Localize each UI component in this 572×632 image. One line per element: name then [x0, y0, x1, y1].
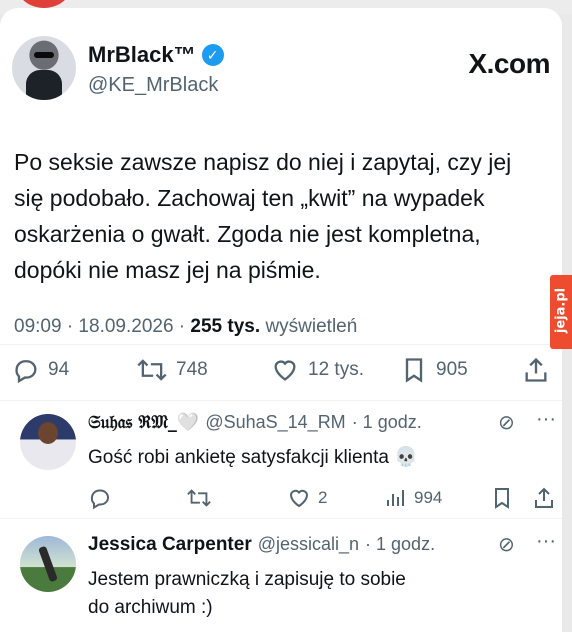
- tweet-text: Po seksie zawsze napisz do niej i zapyta…: [14, 144, 544, 288]
- retweet-icon: [187, 489, 211, 507]
- reply-header: Jessica Carpenter @jessicali_n · 1 godz.: [88, 534, 435, 556]
- author-display-name[interactable]: MrBlack™: [88, 42, 196, 68]
- divider: [0, 400, 562, 401]
- author-name-line: MrBlack™ ✓: [88, 42, 224, 68]
- reply-text-line: Jestem prawniczką i zapisuję to sobie: [88, 569, 406, 590]
- share-icon: [525, 357, 547, 382]
- x-com-logo: X.com: [468, 48, 550, 79]
- share-button[interactable]: [522, 356, 550, 384]
- reply-text: Gość robi ankietę satysfakcji klienta 💀: [88, 447, 418, 468]
- tweet-text-line: Po seksie zawsze napisz do niej i zapyta…: [14, 149, 512, 175]
- bookmark-icon: [405, 358, 423, 383]
- reply-text-line: do archiwum :): [88, 597, 213, 618]
- retweet-count: 748: [176, 359, 208, 380]
- views-button[interactable]: 994: [384, 486, 442, 510]
- retweet-icon: [137, 359, 167, 381]
- view-count: 994: [414, 488, 443, 507]
- reply-author-name[interactable]: Jessica Carpenter: [88, 534, 252, 556]
- slashed-circle-icon[interactable]: ⊘: [498, 532, 515, 557]
- reply-button[interactable]: 94: [12, 356, 69, 384]
- like-count: 2: [318, 488, 328, 507]
- reply-author-handle[interactable]: @SuhaS_14_RM: [205, 412, 345, 433]
- like-count: 12 tys.: [308, 359, 364, 380]
- verified-badge-icon: ✓: [201, 44, 224, 66]
- more-dots-icon[interactable]: ···: [536, 530, 556, 553]
- tweet-text-line: dopóki nie masz jej na piśmie.: [14, 257, 321, 283]
- view-label: wyświetleń: [265, 316, 358, 337]
- share-icon: [535, 487, 553, 508]
- tweet-card: MrBlack™ ✓ @KE_MrBlack X.com Po seksie z…: [0, 8, 562, 632]
- tweet-actions: 94 748 12 tys. 905: [0, 356, 562, 396]
- author-avatar[interactable]: [12, 36, 76, 100]
- bookmark-button[interactable]: [490, 486, 514, 510]
- reply-button[interactable]: [88, 486, 112, 510]
- author-handle[interactable]: @KE_MrBlack: [88, 74, 218, 97]
- view-count: 255 tys.: [190, 316, 261, 337]
- slashed-circle-icon[interactable]: ⊘: [498, 410, 515, 435]
- heart-icon: [274, 360, 296, 381]
- reply-time[interactable]: · 1 godz.: [352, 412, 422, 433]
- reply-author-name[interactable]: 𝔖𝔲𝔥𝔞𝔰 ℜ𝔐_🤍: [88, 412, 199, 433]
- bookmark-count: 905: [436, 359, 468, 380]
- retweet-button[interactable]: 748: [136, 356, 208, 384]
- watermark-tab[interactable]: jeja.pl: [550, 275, 572, 349]
- reply-time[interactable]: · 1 godz.: [365, 534, 435, 555]
- share-button[interactable]: [532, 486, 556, 510]
- reply-avatar[interactable]: [20, 414, 76, 470]
- reply-count: 94: [48, 359, 70, 380]
- heart-icon: [289, 489, 309, 508]
- divider: [0, 518, 562, 519]
- like-button[interactable]: 2: [286, 486, 327, 510]
- tweet-meta: 09:09 · 18.09.2026 · 255 tys. wyświetleń: [14, 316, 357, 338]
- bookmark-button[interactable]: 905: [400, 356, 468, 384]
- speech-bubble-icon: [15, 360, 37, 384]
- tweet-timestamp[interactable]: 09:09 · 18.09.2026 ·: [14, 316, 185, 337]
- more-dots-icon[interactable]: ···: [536, 408, 556, 431]
- like-button[interactable]: 12 tys.: [270, 356, 364, 384]
- retweet-button[interactable]: [186, 486, 212, 510]
- reply-header: 𝔖𝔲𝔥𝔞𝔰 ℜ𝔐_🤍 @SuhaS_14_RM · 1 godz.: [88, 412, 422, 433]
- tweet-text-line: oskarżenia o gwałt. Zgoda nie jest kompl…: [14, 221, 481, 247]
- reply-author-handle[interactable]: @jessicali_n: [258, 534, 359, 555]
- divider: [0, 344, 562, 345]
- bar-chart-icon: [387, 490, 404, 506]
- reply-avatar[interactable]: [20, 536, 76, 592]
- tweet-header: MrBlack™ ✓ @KE_MrBlack X.com: [0, 36, 562, 116]
- tweet-text-line: się podobało. Zachowaj ten „kwit” na wyp…: [14, 185, 485, 211]
- bookmark-icon: [495, 488, 509, 509]
- watermark-label: jeja.pl: [553, 287, 569, 334]
- reply-actions: 2 994: [0, 486, 562, 516]
- speech-bubble-icon: [90, 489, 110, 510]
